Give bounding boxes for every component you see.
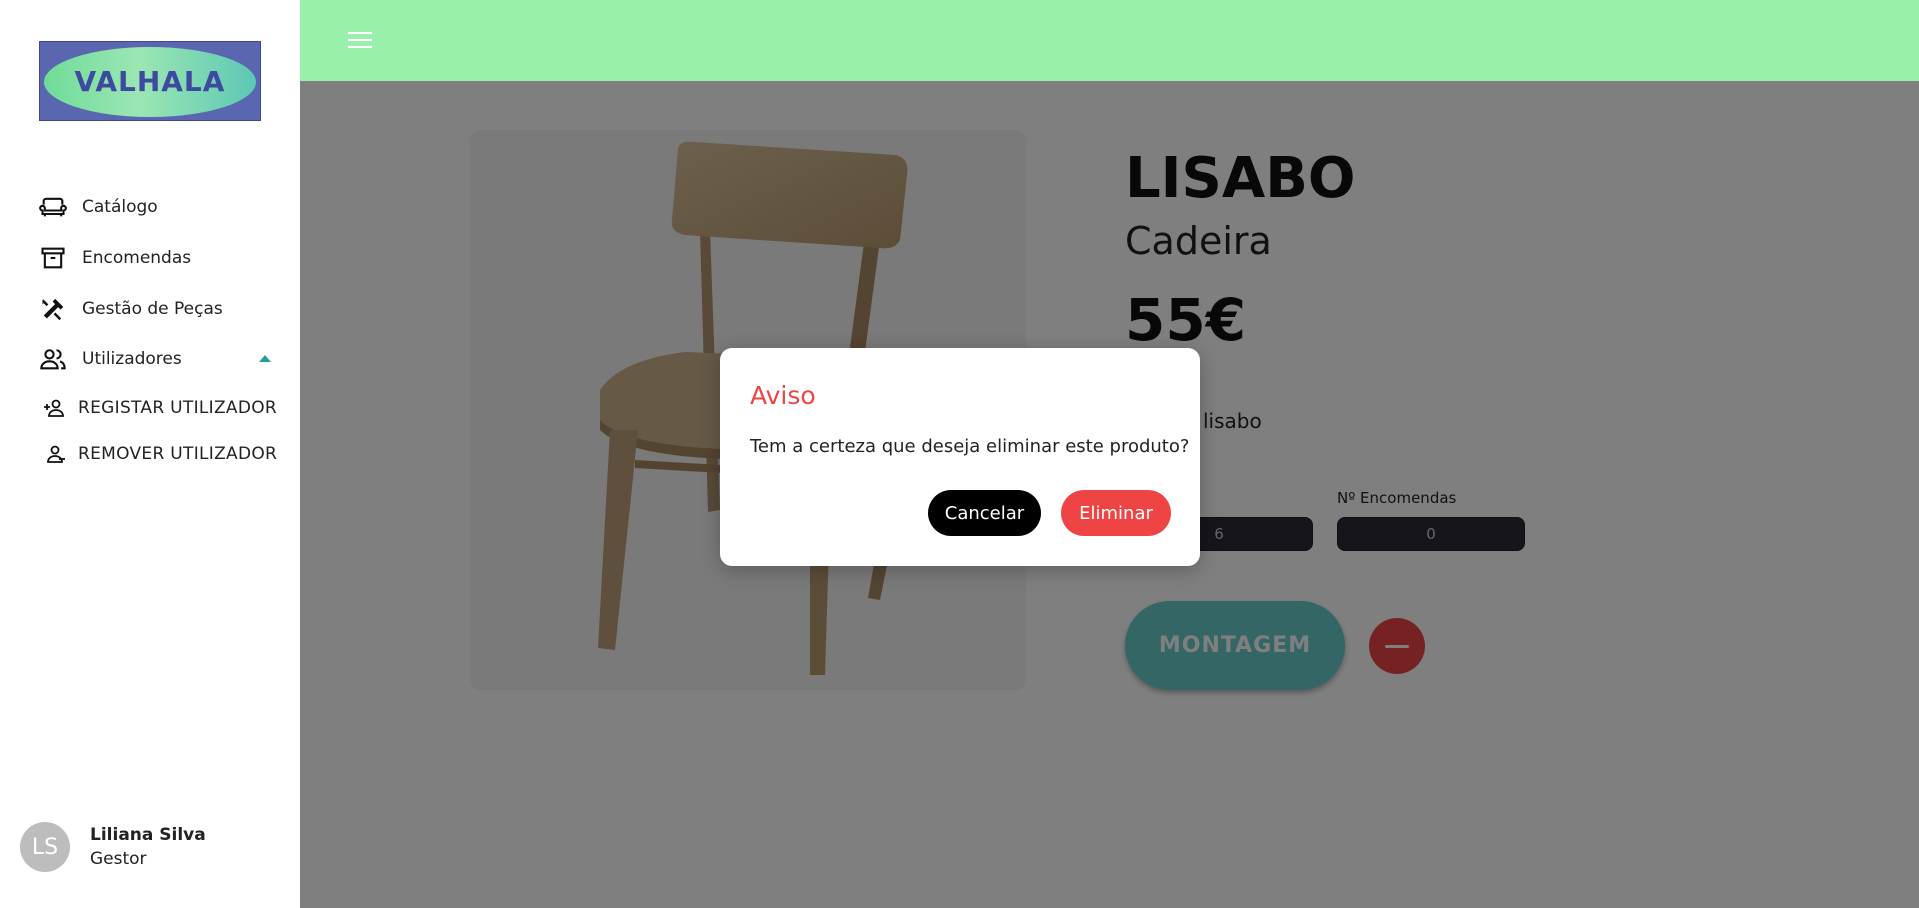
sidebar-item-gestao-pecas[interactable]: Gestão de Peças: [39, 294, 223, 324]
confirm-delete-dialog: Aviso Tem a certeza que deseja eliminar …: [720, 348, 1200, 566]
delete-button[interactable]: Eliminar: [1061, 490, 1171, 536]
logo-text: VALHALA: [74, 64, 226, 98]
hamburger-menu-icon[interactable]: [346, 28, 374, 52]
person-remove-icon: [43, 442, 67, 466]
users-icon: [39, 345, 67, 373]
avatar: LS: [20, 822, 70, 872]
dialog-message: Tem a certeza que deseja eliminar este p…: [750, 436, 1190, 457]
user-profile[interactable]: LS Liliana Silva Gestor: [20, 822, 206, 872]
sidebar-item-label: Gestão de Peças: [82, 299, 223, 319]
user-name: Liliana Silva: [90, 825, 206, 845]
sidebar-subitem-label: REGISTAR UTILIZADOR: [78, 398, 278, 418]
chevron-up-icon[interactable]: [259, 355, 271, 362]
cancel-button[interactable]: Cancelar: [928, 490, 1041, 536]
sidebar-item-label: Encomendas: [82, 248, 192, 268]
sidebar-item-utilizadores[interactable]: Utilizadores: [39, 344, 182, 374]
brand-logo[interactable]: VALHALA: [39, 41, 261, 121]
sidebar: VALHALA Catálogo Encomendas Gestão de Pe…: [0, 0, 300, 908]
sidebar-item-label: Utilizadores: [82, 349, 182, 369]
sidebar-subitem-registar-utilizador[interactable]: REGISTAR UTILIZADOR: [43, 396, 277, 420]
archive-icon: [39, 244, 67, 272]
sidebar-subitem-label: REMOVER UTILIZADOR: [78, 444, 278, 464]
sofa-icon: [39, 193, 67, 221]
sidebar-item-label: Catálogo: [82, 197, 158, 217]
person-add-icon: [43, 396, 67, 420]
sidebar-item-encomendas[interactable]: Encomendas: [39, 243, 191, 273]
user-role: Gestor: [90, 849, 147, 869]
sidebar-subitem-remover-utilizador[interactable]: REMOVER UTILIZADOR: [43, 442, 277, 466]
top-bar: [300, 0, 1919, 81]
sidebar-item-catalogo[interactable]: Catálogo: [39, 192, 158, 222]
dialog-title: Aviso: [750, 381, 816, 410]
tools-icon: [39, 295, 67, 323]
